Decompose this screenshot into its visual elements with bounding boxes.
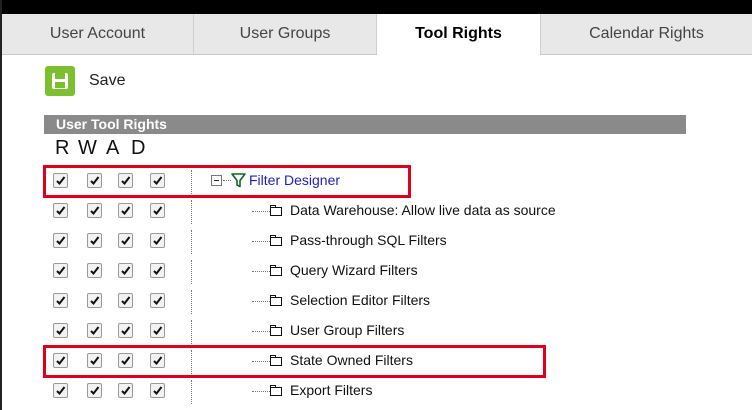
- read-checkbox[interactable]: [53, 323, 68, 338]
- tree-guide-line: [191, 320, 192, 344]
- highlight-box-state-owned-filters: [43, 345, 546, 378]
- add-checkbox[interactable]: [118, 203, 133, 218]
- tree-guide-line: [191, 290, 192, 314]
- add-column-header: A: [106, 137, 120, 159]
- tree-row: User Group Filters: [0, 317, 752, 347]
- delete-checkbox[interactable]: [150, 323, 165, 338]
- read-checkbox[interactable]: [53, 263, 68, 278]
- window-top-border: [0, 0, 752, 14]
- read-column-header: R: [55, 137, 70, 159]
- read-checkbox[interactable]: [53, 233, 68, 248]
- tool-node-icon: [270, 385, 282, 396]
- tree-guide-line: [191, 380, 192, 404]
- read-checkbox[interactable]: [53, 293, 68, 308]
- tree-connector: [252, 271, 270, 272]
- read-checkbox[interactable]: [53, 383, 68, 398]
- tree-guide-line: [191, 230, 192, 254]
- add-checkbox[interactable]: [118, 293, 133, 308]
- write-checkbox[interactable]: [87, 383, 102, 398]
- tool-node-icon: [270, 295, 282, 306]
- read-checkbox[interactable]: [53, 203, 68, 218]
- delete-checkbox[interactable]: [150, 383, 165, 398]
- add-checkbox[interactable]: [118, 263, 133, 278]
- delete-checkbox[interactable]: [150, 293, 165, 308]
- add-checkbox[interactable]: [118, 323, 133, 338]
- tree-connector: [252, 331, 270, 332]
- tree-row: Selection Editor Filters: [0, 287, 752, 317]
- tree-connector: [252, 211, 270, 212]
- tree-connector: [252, 301, 270, 302]
- highlight-box-filter-designer: [43, 165, 411, 198]
- tree-row: Export Filters: [0, 377, 752, 407]
- tool-rights-panel: User Account User Groups Tool Rights Cal…: [0, 0, 752, 410]
- write-checkbox[interactable]: [87, 233, 102, 248]
- delete-checkbox[interactable]: [150, 233, 165, 248]
- delete-checkbox[interactable]: [150, 203, 165, 218]
- tool-node-icon: [270, 205, 282, 216]
- tree-guide-line: [191, 260, 192, 284]
- tab-tool-rights[interactable]: Tool Rights: [377, 14, 541, 55]
- save-button[interactable]: Save: [45, 66, 125, 96]
- section-title: User Tool Rights: [44, 115, 686, 134]
- tree-connector: [252, 391, 270, 392]
- tree-row: Data Warehouse: Allow live data as sourc…: [0, 197, 752, 227]
- tab-calendar-rights[interactable]: Calendar Rights: [541, 14, 752, 54]
- tool-node-icon: [270, 235, 282, 246]
- delete-column-header: D: [131, 137, 146, 159]
- tree-guide-line: [191, 200, 192, 224]
- add-checkbox[interactable]: [118, 383, 133, 398]
- tab-user-groups[interactable]: User Groups: [194, 14, 377, 54]
- tree-label[interactable]: Export Filters: [290, 382, 372, 398]
- add-checkbox[interactable]: [118, 233, 133, 248]
- write-checkbox[interactable]: [87, 263, 102, 278]
- write-checkbox[interactable]: [87, 323, 102, 338]
- tree-label[interactable]: Selection Editor Filters: [290, 292, 430, 308]
- save-label: Save: [89, 72, 126, 89]
- tab-user-account[interactable]: User Account: [2, 14, 194, 54]
- tool-node-icon: [270, 265, 282, 276]
- tree-row: Pass-through SQL Filters: [0, 227, 752, 257]
- delete-checkbox[interactable]: [150, 263, 165, 278]
- tree-label[interactable]: Data Warehouse: Allow live data as sourc…: [290, 202, 556, 218]
- tree-row: Query Wizard Filters: [0, 257, 752, 287]
- floppy-disk-icon: [45, 66, 75, 96]
- tree-label[interactable]: User Group Filters: [290, 322, 404, 338]
- tree-connector: [252, 241, 270, 242]
- tree-label[interactable]: Pass-through SQL Filters: [290, 232, 447, 248]
- write-checkbox[interactable]: [87, 203, 102, 218]
- tree-label[interactable]: Query Wizard Filters: [290, 262, 418, 278]
- tool-node-icon: [270, 325, 282, 336]
- write-column-header: W: [78, 137, 97, 159]
- tab-strip: User Account User Groups Tool Rights Cal…: [2, 14, 752, 55]
- write-checkbox[interactable]: [87, 293, 102, 308]
